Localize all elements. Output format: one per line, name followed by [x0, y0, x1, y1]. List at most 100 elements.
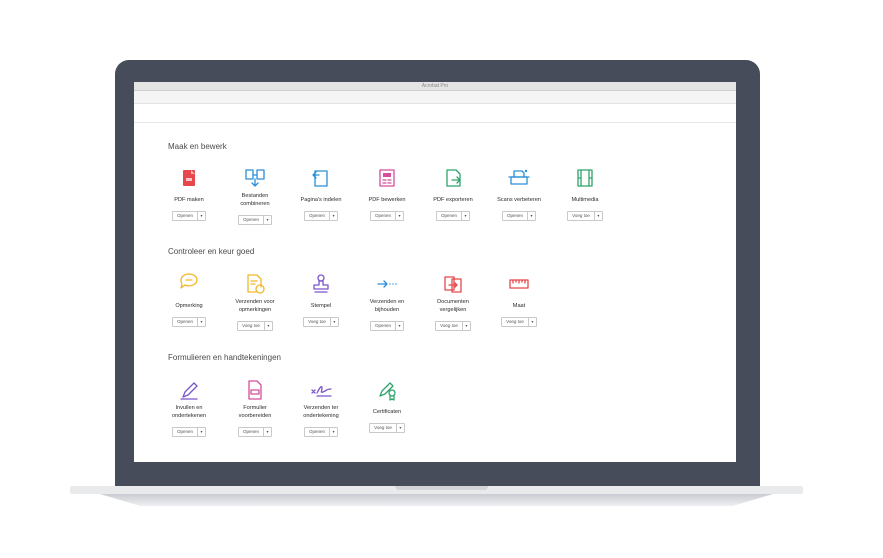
chevron-down-icon[interactable]: ▾ — [395, 211, 403, 220]
tool-label: PDF maken — [174, 197, 204, 203]
chevron-down-icon[interactable]: ▾ — [395, 321, 403, 330]
button-label: Voeg toe — [374, 425, 392, 430]
tool-card[interactable]: PDF bewerken Openen ▾ — [354, 166, 420, 222]
laptop-notch — [395, 486, 488, 490]
add-button[interactable]: Voeg toe ▾ — [435, 320, 471, 331]
button-label: Openen — [440, 213, 457, 218]
tool-label: Maat — [512, 303, 526, 309]
chevron-down-icon[interactable]: ▾ — [461, 321, 470, 330]
section-title: Maak en bewerk — [168, 142, 227, 151]
chevron-down-icon[interactable]: ▾ — [263, 215, 271, 224]
combine-files-icon[interactable] — [243, 166, 267, 190]
add-button[interactable]: Voeg toe ▾ — [303, 316, 339, 327]
chevron-down-icon[interactable]: ▾ — [329, 317, 338, 326]
open-button[interactable]: Openen ▾ — [237, 426, 272, 437]
tool-card[interactable]: Formulier voorbereiden Openen ▾ — [222, 378, 288, 438]
open-button[interactable]: Openen ▾ — [171, 210, 206, 221]
tool-label: Certificaten — [372, 409, 402, 415]
tool-card[interactable]: Documenten vergelijken Voeg toe ▾ — [420, 272, 486, 332]
chevron-down-icon[interactable]: ▾ — [593, 211, 602, 220]
tool-card[interactable]: Pagina's indelen Openen ▾ — [288, 166, 354, 222]
chevron-down-icon[interactable]: ▾ — [263, 321, 272, 330]
chevron-down-icon[interactable]: ▾ — [197, 427, 205, 436]
tool-card[interactable]: Verzenden voor opmerkingen Voeg toe ▾ — [222, 272, 288, 332]
pdf-create-icon[interactable] — [177, 166, 201, 190]
organize-pages-icon[interactable] — [309, 166, 333, 190]
section-title: Formulieren en handtekeningen — [168, 353, 281, 362]
tool-label: Verzenden voor opmerkingen — [235, 299, 275, 313]
add-button[interactable]: Voeg toe ▾ — [237, 320, 273, 331]
tool-label: Pagina's indelen — [300, 197, 342, 203]
measure-icon[interactable] — [507, 272, 531, 296]
edit-pdf-icon[interactable] — [375, 166, 399, 190]
export-pdf-icon[interactable] — [441, 166, 465, 190]
tool-label: Opmerking — [175, 303, 203, 309]
tool-label: Scans verbeteren — [497, 197, 541, 203]
add-button[interactable]: Voeg toe ▾ — [501, 316, 537, 327]
tool-label: Formulier voorbereiden — [238, 405, 272, 419]
chevron-down-icon[interactable]: ▾ — [329, 427, 337, 436]
tool-label: Documenten vergelijken — [437, 299, 469, 313]
add-button[interactable]: Voeg toe ▾ — [567, 210, 603, 221]
tool-card[interactable]: Opmerking Openen ▾ — [156, 272, 222, 328]
tool-card[interactable]: Multimedia Voeg toe ▾ — [552, 166, 618, 222]
add-button[interactable]: Voeg toe ▾ — [369, 422, 405, 433]
toolbar — [134, 91, 736, 104]
comment-icon[interactable] — [177, 272, 201, 296]
compare-documents-icon[interactable] — [441, 272, 465, 296]
stamp-icon[interactable] — [309, 272, 333, 296]
tool-card[interactable]: Certificaten Voeg toe ▾ — [354, 378, 420, 434]
open-button[interactable]: Openen ▾ — [369, 320, 404, 331]
tool-label: Invullen en ondertekenen — [171, 405, 207, 419]
button-label: Openen — [242, 217, 259, 222]
send-track-icon[interactable] — [375, 272, 399, 296]
chevron-down-icon[interactable]: ▾ — [527, 317, 536, 326]
tool-card[interactable]: Stempel Voeg toe ▾ — [288, 272, 354, 328]
tool-card[interactable]: Invullen en ondertekenen Openen ▾ — [156, 378, 222, 438]
tool-card[interactable]: Maat Voeg toe ▾ — [486, 272, 552, 328]
button-label: Voeg toe — [440, 323, 458, 328]
multimedia-icon[interactable] — [573, 166, 597, 190]
fill-sign-icon[interactable] — [177, 378, 201, 402]
prepare-form-icon[interactable] — [243, 378, 267, 402]
tool-card[interactable]: Verzenden ter ondertekening Openen ▾ — [288, 378, 354, 438]
open-button[interactable]: Openen ▾ — [435, 210, 470, 221]
button-label: Openen — [374, 213, 391, 218]
send-for-comments-icon[interactable] — [243, 272, 267, 296]
button-label: Openen — [308, 429, 325, 434]
app-window: Acrobat Pro Maak en bewerk PDF maken Opene… — [134, 82, 736, 462]
scan-enhance-icon[interactable] — [507, 166, 531, 190]
button-label: Openen — [308, 213, 325, 218]
open-button[interactable]: Openen ▾ — [303, 210, 338, 221]
button-label: Openen — [176, 429, 193, 434]
button-label: Voeg toe — [308, 319, 326, 324]
tool-card[interactable]: Bestanden combineren Openen ▾ — [222, 166, 288, 226]
chevron-down-icon[interactable]: ▾ — [461, 211, 469, 220]
tool-label: Verzenden ter ondertekening — [303, 405, 339, 419]
open-button[interactable]: Openen ▾ — [501, 210, 536, 221]
chevron-down-icon[interactable]: ▾ — [197, 317, 205, 326]
tool-card[interactable]: PDF exporteren Openen ▾ — [420, 166, 486, 222]
chevron-down-icon[interactable]: ▾ — [329, 211, 337, 220]
window-title: Acrobat Pro — [134, 82, 736, 91]
laptop-base-shadow — [100, 494, 773, 506]
open-button[interactable]: Openen ▾ — [171, 316, 206, 327]
button-label: Voeg toe — [506, 319, 524, 324]
chevron-down-icon[interactable]: ▾ — [527, 211, 535, 220]
tool-card[interactable]: Verzenden en bijhouden Openen ▾ — [354, 272, 420, 332]
chevron-down-icon[interactable]: ▾ — [197, 211, 205, 220]
tool-label: PDF exporteren — [433, 197, 473, 203]
open-button[interactable]: Openen ▾ — [369, 210, 404, 221]
tool-card[interactable]: PDF maken Openen ▾ — [156, 166, 222, 222]
open-button[interactable]: Openen ▾ — [303, 426, 338, 437]
tool-card[interactable]: Scans verbeteren Openen ▾ — [486, 166, 552, 222]
section-title: Controleer en keur goed — [168, 247, 255, 256]
certificate-icon[interactable] — [375, 378, 399, 402]
open-button[interactable]: Openen ▾ — [171, 426, 206, 437]
open-button[interactable]: Openen ▾ — [237, 214, 272, 225]
send-signature-icon[interactable] — [309, 378, 333, 402]
tool-label: Multimedia — [571, 197, 599, 203]
chevron-down-icon[interactable]: ▾ — [263, 427, 271, 436]
chevron-down-icon[interactable]: ▾ — [395, 423, 404, 432]
button-label: Openen — [242, 429, 259, 434]
